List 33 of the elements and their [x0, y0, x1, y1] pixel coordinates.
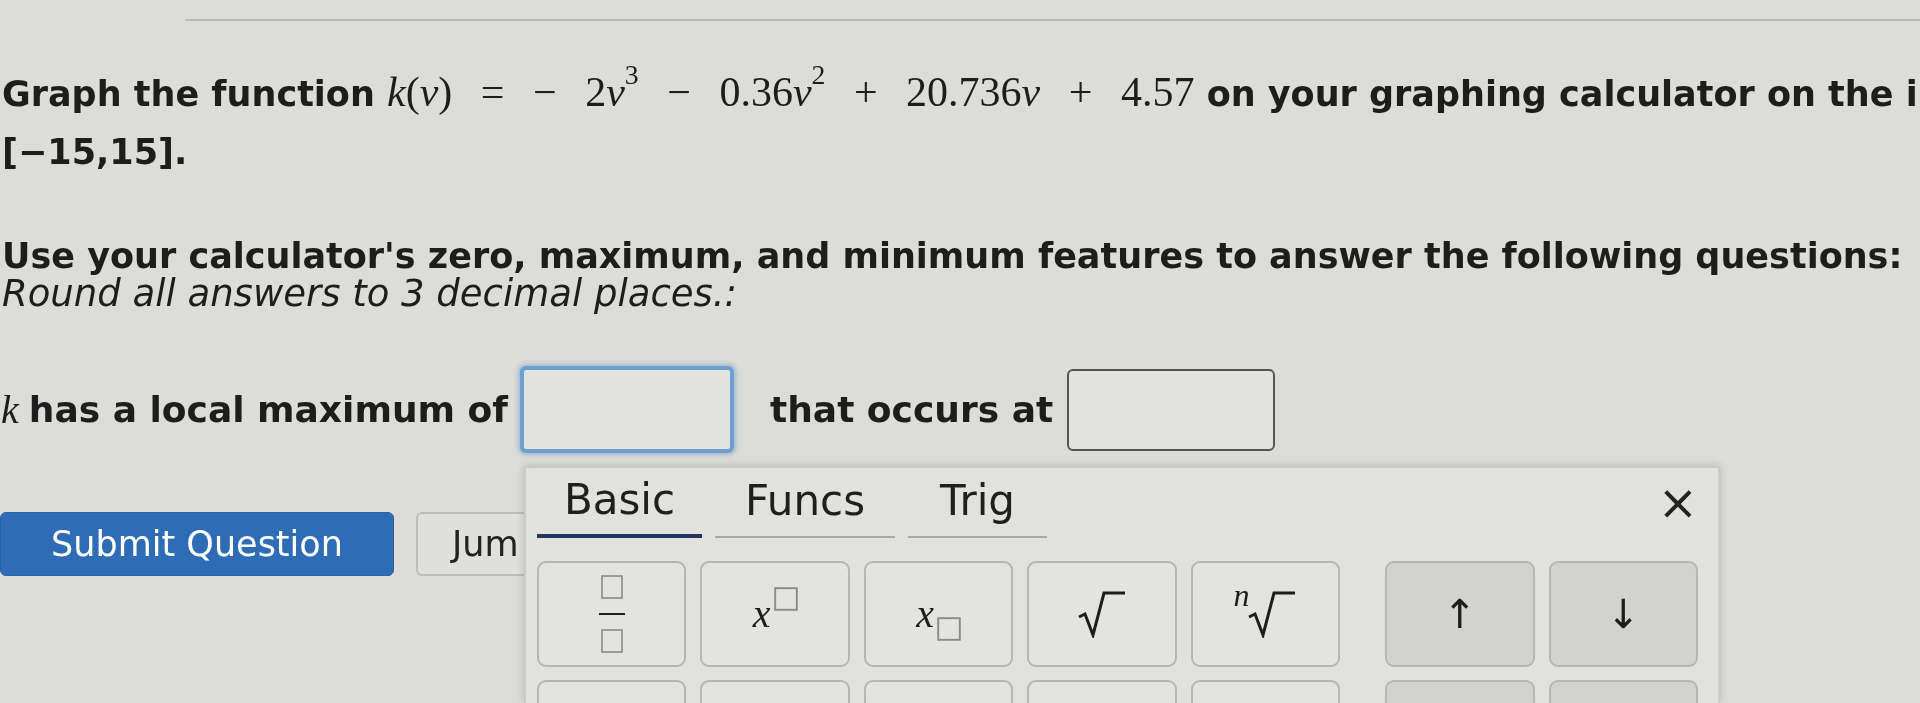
- variable-label: k: [1, 385, 19, 434]
- answer-field[interactable]: [520, 366, 734, 453]
- keypad-key[interactable]: ↑: [1385, 561, 1535, 667]
- keyboard-tab[interactable]: Basic: [537, 472, 702, 538]
- keypad-key[interactable]: [1548, 680, 1698, 703]
- jump-button[interactable]: Jum: [416, 512, 524, 576]
- keypad-key[interactable]: x: [863, 561, 1014, 667]
- radical-icon: [1076, 590, 1127, 638]
- keyboard-tab[interactable]: Funcs: [715, 472, 895, 538]
- keypad-key[interactable]: [1027, 561, 1177, 667]
- close-button[interactable]: ×: [1657, 478, 1698, 526]
- prompt-text: has a local maximum of: [28, 387, 508, 432]
- keyboard-tab[interactable]: Trig: [908, 472, 1047, 538]
- submit-button[interactable]: Submit Question: [0, 512, 394, 576]
- keypad-key[interactable]: [1190, 680, 1341, 703]
- keypad-key[interactable]: [863, 680, 1014, 703]
- keypad-key[interactable]: n: [1190, 561, 1341, 667]
- instructions-text: Use your calculator's zero, maximum, and minimum features to answer the following questions:: [2, 237, 1904, 275]
- keypad-key[interactable]: [1027, 680, 1177, 703]
- answer-field[interactable]: [1067, 368, 1276, 451]
- question-text: Graph the function k(v) = − 2v$^{3}$ − 0.36v$^{2}$ + 20.736v + 4.57 on your graphing calculator on the i [−15,15].: [2, 63, 1918, 174]
- keypad-key[interactable]: ↓: [1548, 561, 1698, 667]
- keypad-key[interactable]: [1385, 680, 1535, 703]
- fraction-icon: [598, 575, 625, 653]
- radical-icon: [1247, 590, 1298, 638]
- prompt-text: that occurs at: [770, 387, 1054, 432]
- empty-square-icon: [773, 587, 798, 611]
- keypad-key[interactable]: [537, 561, 687, 667]
- keypad-key[interactable]: [537, 680, 687, 703]
- rounding-note: Round all answers to 3 decimal places.:: [2, 275, 738, 313]
- empty-square-icon: [936, 617, 961, 641]
- keypad-key[interactable]: x: [700, 561, 850, 667]
- keypad-key[interactable]: [700, 680, 850, 703]
